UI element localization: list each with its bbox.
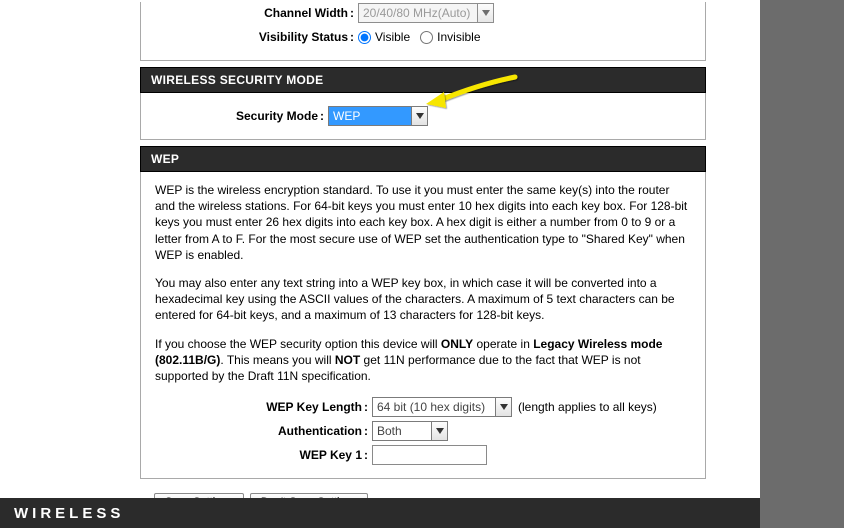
radio-label: Visible: [375, 30, 410, 44]
channel-width-label: Channel Width: [141, 6, 348, 20]
radio-input[interactable]: [358, 31, 371, 44]
wep-key-length-value: 64 bit (10 hex digits): [373, 398, 495, 416]
colon: :: [362, 424, 372, 438]
wep-key-length-label: WEP Key Length: [155, 400, 362, 414]
security-mode-body: Security Mode : WEP: [140, 93, 706, 140]
wep-paragraph-3: If you choose the WEP security option th…: [155, 336, 691, 385]
security-mode-value: WEP: [329, 107, 411, 125]
wep-key-length-hint: (length applies to all keys): [518, 400, 657, 414]
wep-section: WEP WEP is the wireless encryption stand…: [140, 146, 706, 479]
text: operate in: [473, 337, 533, 351]
chevron-down-icon[interactable]: [411, 107, 427, 125]
wep-key-length-select[interactable]: 64 bit (10 hex digits): [372, 397, 512, 417]
wep-key-length-row: WEP Key Length : 64 bit (10 hex digits) …: [155, 396, 691, 418]
security-mode-row: Security Mode : WEP: [155, 105, 691, 127]
footer-bar: WIRELESS: [0, 498, 760, 528]
wep-header: WEP: [140, 146, 706, 172]
security-mode-select[interactable]: WEP: [328, 106, 428, 126]
security-mode-label: Security Mode: [155, 109, 318, 123]
chevron-down-icon: [477, 4, 493, 22]
wep-key1-label: WEP Key 1: [155, 448, 362, 462]
radio-label: Invisible: [437, 30, 480, 44]
channel-width-value: 20/40/80 MHz(Auto): [359, 4, 477, 22]
security-mode-header: WIRELESS SECURITY MODE: [140, 67, 706, 93]
wep-auth-label: Authentication: [155, 424, 362, 438]
text-bold: NOT: [335, 353, 360, 367]
text: If you choose the WEP security option th…: [155, 337, 441, 351]
text-bold: ONLY: [441, 337, 473, 351]
colon: :: [362, 400, 372, 414]
top-partial-box: Channel Width : 20/40/80 MHz(Auto) Visib…: [140, 2, 706, 61]
colon: :: [362, 448, 372, 462]
security-mode-section: WIRELESS SECURITY MODE Security Mode : W…: [140, 67, 706, 140]
channel-width-row: Channel Width : 20/40/80 MHz(Auto): [141, 2, 705, 24]
wep-settings: WEP Key Length : 64 bit (10 hex digits) …: [155, 396, 691, 466]
wep-auth-value: Both: [373, 422, 431, 440]
visibility-visible-radio[interactable]: Visible: [358, 30, 410, 44]
radio-input[interactable]: [420, 31, 433, 44]
footer-title: WIRELESS: [14, 505, 124, 522]
wep-key1-row: WEP Key 1 :: [155, 444, 691, 466]
main-content: Channel Width : 20/40/80 MHz(Auto) Visib…: [140, 0, 706, 521]
text: . This means you will: [220, 353, 335, 367]
colon: :: [348, 30, 358, 44]
chevron-down-icon[interactable]: [495, 398, 511, 416]
colon: :: [318, 109, 328, 123]
channel-width-select: 20/40/80 MHz(Auto): [358, 3, 494, 23]
visibility-label: Visibility Status: [141, 30, 348, 44]
wep-body: WEP is the wireless encryption standard.…: [140, 172, 706, 479]
page-outer: Channel Width : 20/40/80 MHz(Auto) Visib…: [0, 0, 760, 528]
wep-paragraph-2: You may also enter any text string into …: [155, 275, 691, 324]
chevron-down-icon[interactable]: [431, 422, 447, 440]
wep-paragraph-1: WEP is the wireless encryption standard.…: [155, 182, 691, 263]
wep-auth-select[interactable]: Both: [372, 421, 448, 441]
visibility-invisible-radio[interactable]: Invisible: [420, 30, 480, 44]
wep-auth-row: Authentication : Both: [155, 420, 691, 442]
wep-key1-input[interactable]: [372, 445, 487, 465]
colon: :: [348, 6, 358, 20]
visibility-row: Visibility Status : Visible Invisible: [141, 26, 705, 48]
